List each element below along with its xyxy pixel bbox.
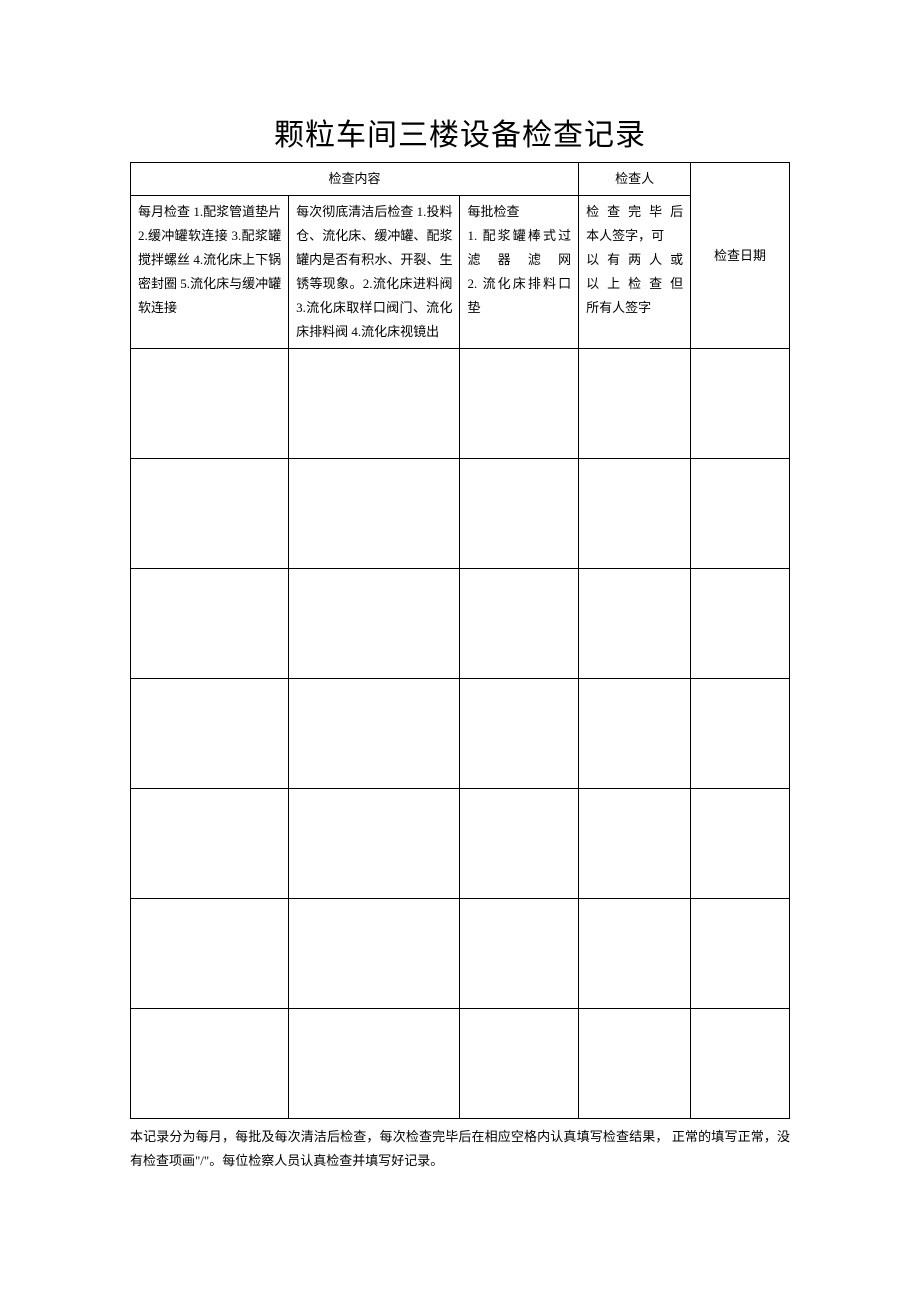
blank-cell: [289, 789, 460, 899]
blank-cell: [691, 569, 790, 679]
blank-cell: [131, 679, 289, 789]
inspector-header: 检查人: [579, 163, 691, 196]
header-row-1: 检查内容 检查人 检查日期: [131, 163, 790, 196]
inspector-signature-desc: 检查完毕后 本人签字，可 以有两人或 以上检查但 所有人签字: [579, 196, 691, 349]
inspection-content-header: 检查内容: [131, 163, 579, 196]
inspection-table: 检查内容 检查人 检查日期 每月检查 1.配浆管道垫片 2.缓冲罐软连接 3.配…: [130, 162, 790, 1119]
inspector-note-line4: 以上检查但: [586, 272, 683, 296]
blank-cell: [460, 1009, 579, 1119]
table-row: [131, 789, 790, 899]
blank-cell: [691, 679, 790, 789]
per-batch-item-1a: 1. 配浆罐棒式过滤器滤网: [467, 224, 571, 272]
blank-cell: [579, 1009, 691, 1119]
blank-cell: [460, 459, 579, 569]
inspector-note-line2: 本人签字，可: [586, 224, 683, 248]
blank-cell: [691, 899, 790, 1009]
per-batch-label: 每批检查: [467, 200, 571, 224]
blank-cell: [579, 789, 691, 899]
after-clean-check-desc: 每次彻底清洁后检查 1.投料仓、流化床、缓冲罐、配浆罐内是否有积水、开裂、生锈等…: [289, 196, 460, 349]
blank-cell: [131, 899, 289, 1009]
table-row: [131, 349, 790, 459]
page-title: 颗粒车间三楼设备检查记录: [130, 110, 790, 154]
blank-cell: [579, 679, 691, 789]
table-row: [131, 679, 790, 789]
blank-cell: [460, 679, 579, 789]
per-batch-item-2a: 2. 流化床排料口垫: [467, 272, 571, 320]
blank-cell: [289, 459, 460, 569]
blank-cell: [579, 459, 691, 569]
blank-cell: [460, 569, 579, 679]
monthly-check-desc: 每月检查 1.配浆管道垫片 2.缓冲罐软连接 3.配浆罐搅拌螺丝 4.流化床上下…: [131, 196, 289, 349]
table-row: [131, 899, 790, 1009]
blank-cell: [131, 789, 289, 899]
blank-cell: [131, 459, 289, 569]
blank-cell: [460, 349, 579, 459]
blank-cell: [131, 569, 289, 679]
blank-cell: [691, 349, 790, 459]
blank-cell: [289, 569, 460, 679]
blank-cell: [579, 899, 691, 1009]
blank-cell: [289, 1009, 460, 1119]
blank-cell: [289, 899, 460, 1009]
blank-cell: [691, 789, 790, 899]
blank-cell: [579, 569, 691, 679]
blank-cell: [131, 349, 289, 459]
inspector-note-line1: 检查完毕后: [586, 200, 683, 224]
blank-cell: [691, 459, 790, 569]
inspector-note-line3: 以有两人或: [586, 248, 683, 272]
blank-cell: [289, 349, 460, 459]
inspector-note-line5: 所有人签字: [586, 296, 683, 320]
inspection-date-header: 检查日期: [691, 163, 790, 349]
table-row: [131, 459, 790, 569]
blank-cell: [131, 1009, 289, 1119]
blank-cell: [460, 789, 579, 899]
per-batch-check-desc: 每批检查 1. 配浆罐棒式过滤器滤网 2. 流化床排料口垫: [460, 196, 579, 349]
table-row: [131, 569, 790, 679]
blank-cell: [579, 349, 691, 459]
blank-cell: [460, 899, 579, 1009]
footer-note: 本记录分为每月，每批及每次清洁后检查，每次检查完毕后在相应空格内认真填写检查结果…: [130, 1125, 790, 1172]
blank-cell: [289, 679, 460, 789]
footer-note-line1: 本记录分为每月，每批及每次清洁后检查，每次检查完毕后在相应空格内认真填写检查结果…: [130, 1129, 669, 1144]
blank-cell: [691, 1009, 790, 1119]
table-row: [131, 1009, 790, 1119]
